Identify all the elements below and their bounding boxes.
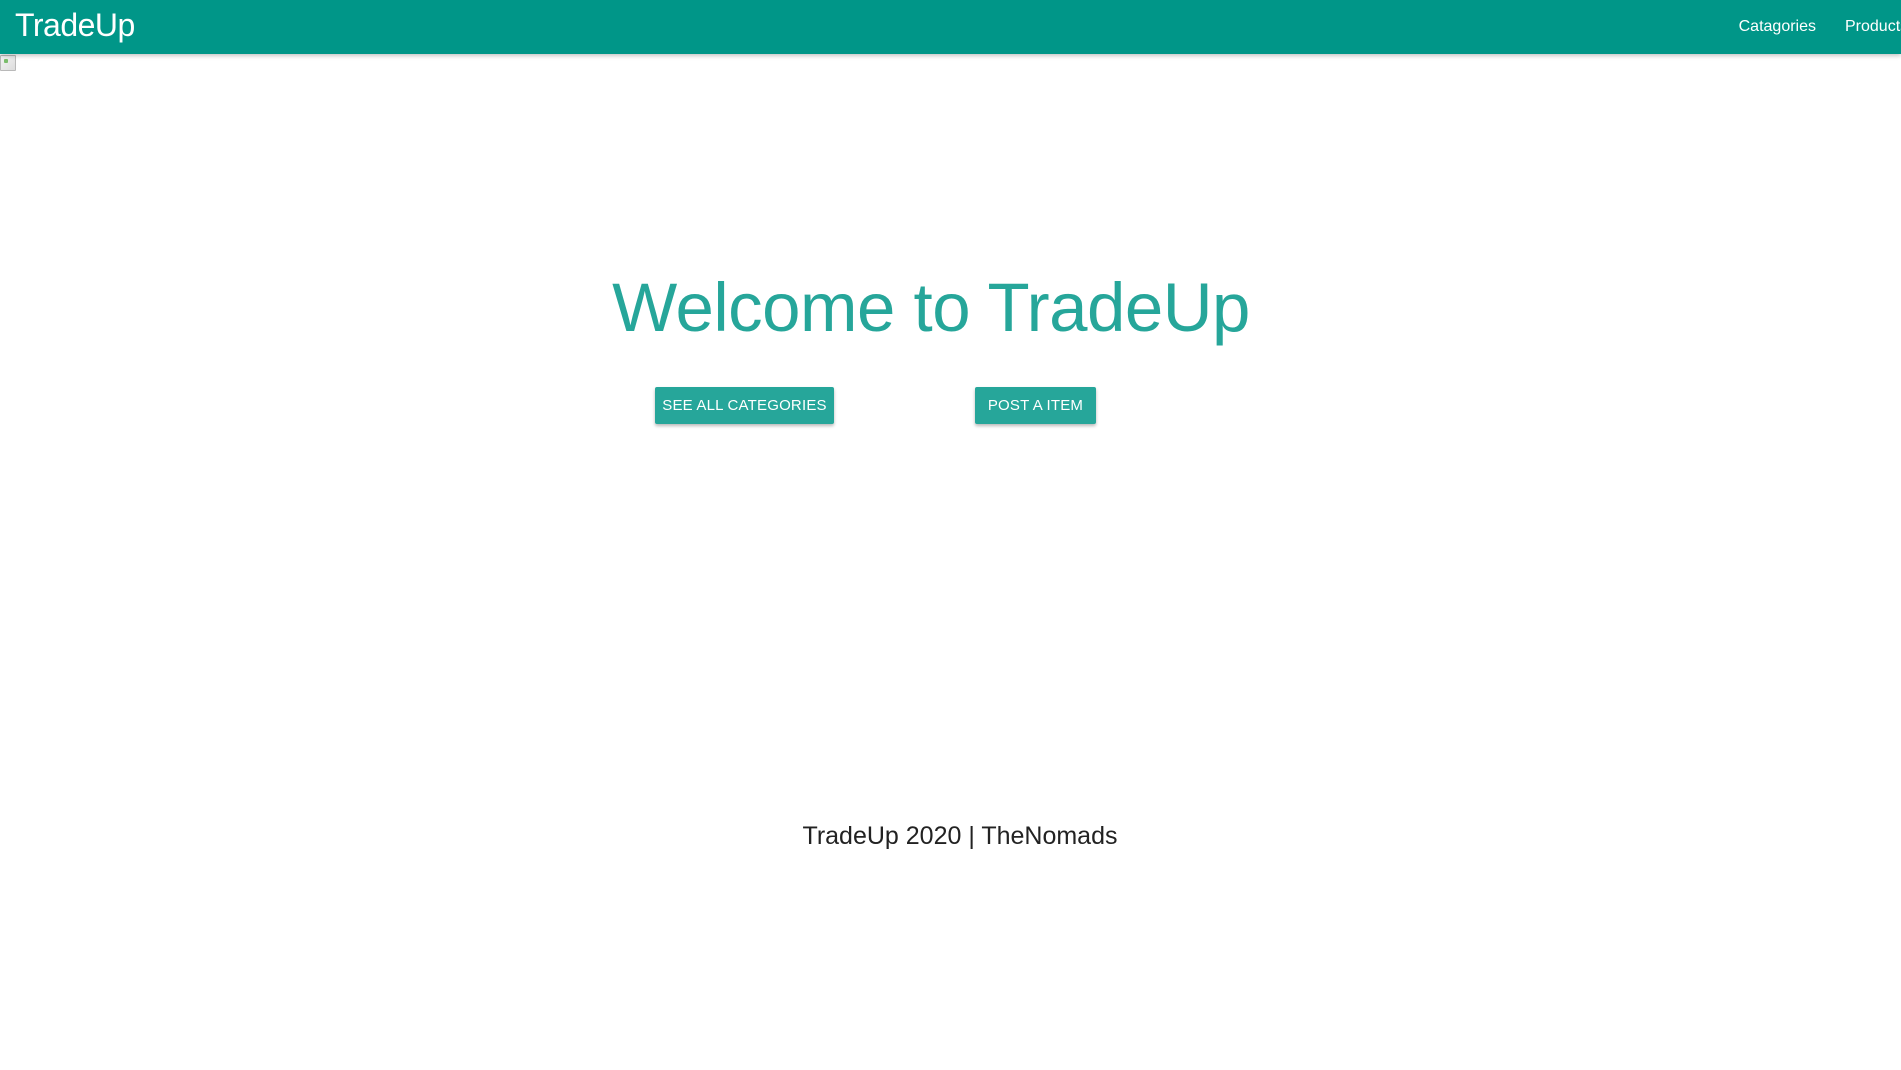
nav-link-categories[interactable]: Catagories <box>1739 18 1816 36</box>
broken-image-icon <box>0 55 16 71</box>
nav-link-products[interactable]: Products <box>1845 18 1901 36</box>
welcome-heading: Welcome to TradeUp <box>612 269 1250 346</box>
top-navbar: TradeUp Catagories Products <box>0 0 1901 54</box>
see-all-categories-button[interactable]: SEE ALL CATEGORIES <box>655 387 834 424</box>
brand-logo-link[interactable]: TradeUp <box>15 5 135 45</box>
nav-links: Catagories Products <box>1709 0 1901 54</box>
post-item-button[interactable]: POST A ITEM <box>975 387 1096 424</box>
footer-text: TradeUp 2020 | TheNomads <box>802 822 1118 850</box>
